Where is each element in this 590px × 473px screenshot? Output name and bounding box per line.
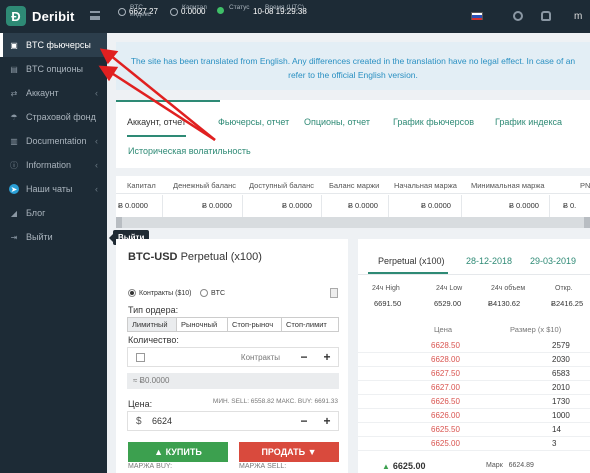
arrow-to-btc-futures	[109, 54, 216, 141]
arrow-to-btc-options	[109, 70, 216, 142]
annotation-arrows	[98, 48, 216, 142]
arrow-head-icon	[98, 65, 119, 82]
arrow-head-icon	[99, 48, 119, 65]
